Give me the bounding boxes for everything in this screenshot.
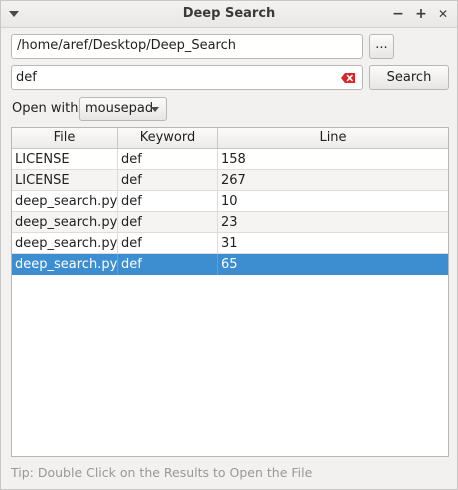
directory-path-input[interactable]: /home/aref/Desktop/Deep_Search [11,34,363,59]
cell-line: 31 [221,236,238,251]
cell-line: 23 [221,215,238,230]
cell-line: 267 [221,173,246,188]
open-with-selected-value: mousepad [85,101,154,116]
cell-file: deep_search.py [12,254,118,275]
cell-line: 158 [221,152,246,167]
cell-keyword: def [118,191,218,212]
minimize-button[interactable]: − [388,4,408,24]
cell-line: 65 [221,257,238,272]
cell-keyword: def [118,254,218,275]
cell-keyword: def [118,149,218,170]
maximize-button[interactable]: + [411,4,431,24]
cell-keyword: def [118,233,218,254]
tip-text: Tip: Double Click on the Results to Open… [11,465,313,480]
cell-file: deep_search.py [12,212,118,233]
table-row[interactable]: deep_search.py def 23 [12,212,448,233]
search-input-value: def [16,70,37,85]
cell-keyword: def [118,212,218,233]
close-button[interactable]: ✕ [433,4,453,24]
open-with-label: Open with: [12,101,83,116]
chevron-down-icon [151,107,159,112]
open-with-select[interactable]: mousepad [79,97,167,121]
browse-button[interactable]: ... [369,34,394,59]
cell-file: LICENSE [12,170,118,191]
table-header: File Keyword Line [12,128,448,149]
cell-file: LICENSE [12,149,118,170]
column-header-keyword[interactable]: Keyword [118,128,218,149]
table-row[interactable]: LICENSE def 158 [12,149,448,170]
table-row[interactable]: LICENSE def 267 [12,170,448,191]
results-table[interactable]: File Keyword Line LICENSE def 158 LICENS… [11,127,449,457]
search-input[interactable]: def [11,65,363,90]
search-button[interactable]: Search [369,65,449,90]
cell-file: deep_search.py [12,233,118,254]
cell-file: deep_search.py [12,191,118,212]
table-row-selected[interactable]: deep_search.py def 65 [12,254,448,275]
deep-search-window: Deep Search − + ✕ /home/aref/Desktop/Dee… [0,0,458,490]
cell-keyword: def [118,170,218,191]
column-header-line[interactable]: Line [218,128,448,149]
title-bar[interactable]: Deep Search − + ✕ [1,1,457,28]
cell-line: 10 [221,194,238,209]
table-row[interactable]: deep_search.py def 31 [12,233,448,254]
column-header-file[interactable]: File [12,128,118,149]
clear-text-icon[interactable] [341,73,355,83]
table-row[interactable]: deep_search.py def 10 [12,191,448,212]
